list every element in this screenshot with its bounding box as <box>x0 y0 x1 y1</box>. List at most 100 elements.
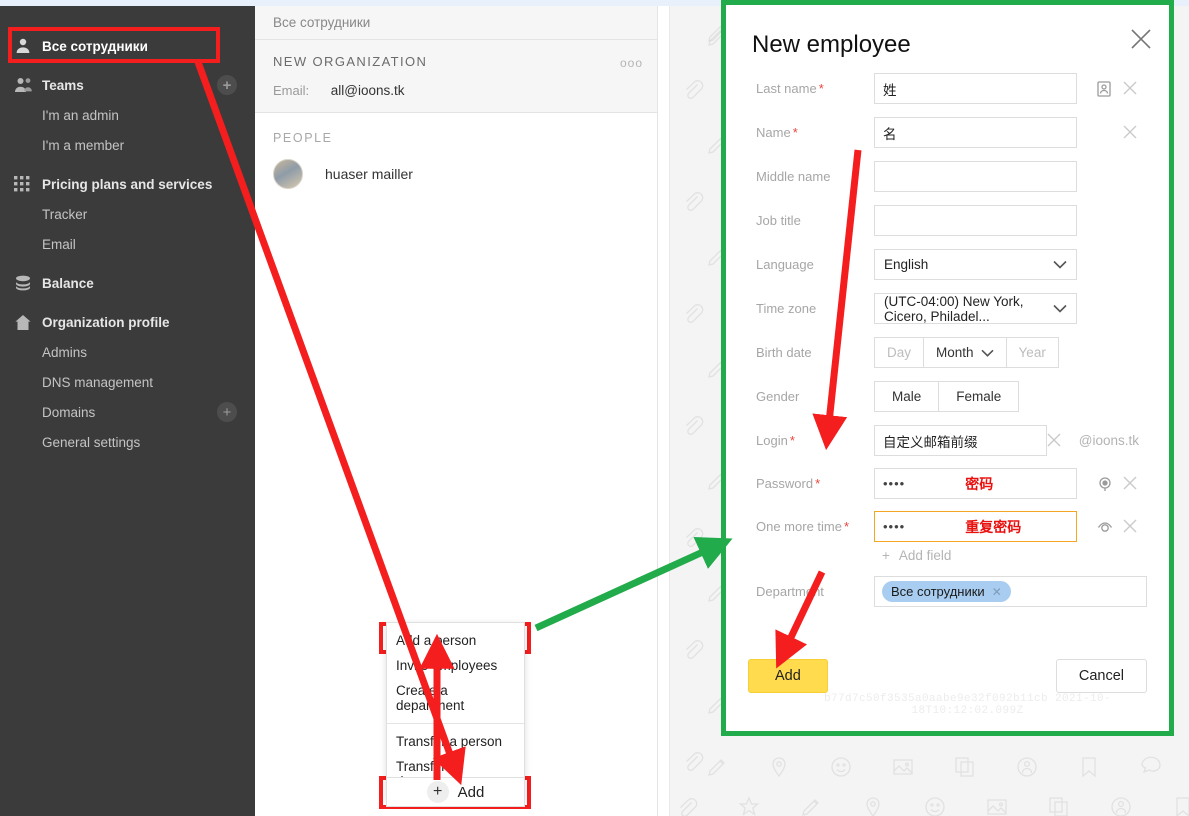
password-input[interactable]: •••• 密码 <box>874 468 1077 499</box>
menu-item-add-a-person[interactable]: Add a person <box>387 628 524 653</box>
field-control: English <box>874 249 1147 280</box>
background-decor-icon <box>682 414 704 436</box>
sidebar-item-label: Domains <box>42 404 96 420</box>
clear-icon[interactable] <box>1123 125 1139 141</box>
sidebar-item-label: DNS management <box>42 374 154 390</box>
background-decor-icon <box>682 526 704 548</box>
sidebar-item-label: Все сотрудники <box>42 38 148 54</box>
sidebar-item-admins[interactable]: Admins <box>0 337 255 367</box>
database-icon <box>14 273 42 293</box>
gender-toggle-group: Male Female <box>874 381 1020 412</box>
last-name-input[interactable]: 姓 <box>874 73 1077 104</box>
clear-icon[interactable] <box>1047 433 1063 449</box>
sidebar-item-tracker[interactable]: Tracker <box>0 199 255 229</box>
list-item[interactable]: huaser mailler <box>255 151 657 197</box>
background-toolbar-icon <box>706 756 728 778</box>
sidebar-item-balance[interactable]: Balance <box>0 268 255 298</box>
cancel-button[interactable]: Cancel <box>1055 659 1147 693</box>
sidebar-item-email[interactable]: Email <box>0 229 255 259</box>
clear-icon[interactable] <box>1123 81 1139 97</box>
menu-item-create-a-department[interactable]: Create a department <box>387 678 524 718</box>
sidebar-item-label: Tracker <box>42 206 88 222</box>
background-toolbar-icon <box>892 756 914 778</box>
required-marker: * <box>818 81 824 96</box>
background-toolbar-icon <box>768 756 790 778</box>
background-toolbar-icon <box>800 796 822 816</box>
password-repeat-annotation: 重复密码 <box>965 518 1022 535</box>
more-options-icon[interactable]: ooo <box>620 56 643 70</box>
password-repeat-input[interactable]: •••• 重复密码 <box>874 511 1077 542</box>
add-team-button[interactable]: + <box>217 75 237 95</box>
field-label: One more time * <box>748 519 874 534</box>
field-label: Time zone <box>756 301 817 316</box>
sidebar-item-teams[interactable]: Teams + <box>0 70 255 100</box>
add-domain-button[interactable]: + <box>217 402 237 422</box>
middle-name-input[interactable] <box>874 161 1077 192</box>
sidebar-item-label: General settings <box>42 434 141 450</box>
remove-chip-icon[interactable]: ✕ <box>992 585 1002 599</box>
password-repeat-masked-value: •••• <box>883 519 906 534</box>
field-tail-icons <box>1077 511 1147 542</box>
birth-day-input[interactable]: Day <box>874 337 924 368</box>
sidebar-item-label: Teams <box>42 77 84 93</box>
sidebar-item-all-employees[interactable]: Все сотрудники <box>0 31 255 61</box>
sidebar-item-im-a-member[interactable]: I'm a member <box>0 130 255 160</box>
clear-icon[interactable] <box>1123 519 1139 535</box>
birth-date-group: Day Month Year <box>874 337 1059 368</box>
job-title-input[interactable] <box>874 205 1077 236</box>
eye-icon[interactable] <box>1097 476 1113 492</box>
watermark-text: b77d7c50f3535a0aabe9e32f092b11cb 2021-10… <box>823 693 1112 717</box>
clear-icon[interactable] <box>1123 476 1139 492</box>
birth-month-select[interactable]: Month <box>923 337 1006 368</box>
sidebar-item-pricing-plans[interactable]: Pricing plans and services <box>0 169 255 199</box>
contact-card-icon[interactable] <box>1097 80 1113 97</box>
field-label: Last name * <box>748 81 874 96</box>
field-control: 自定义邮箱前缀 @ioons.tk <box>874 425 1147 456</box>
language-select[interactable]: English <box>874 249 1077 280</box>
birth-year-input[interactable]: Year <box>1005 337 1059 368</box>
field-birth-date: Birth date Day Month Year <box>748 337 1147 368</box>
sidebar-item-im-an-admin[interactable]: I'm an admin <box>0 100 255 130</box>
field-last-name: Last name * 姓 <box>748 73 1147 104</box>
add-button[interactable]: + Add <box>386 777 525 807</box>
menu-item-transfer-a-person[interactable]: Transfer a person <box>387 729 524 754</box>
sidebar-item-domains[interactable]: Domains + <box>0 397 255 427</box>
submit-add-button[interactable]: Add <box>748 659 828 693</box>
background-toolbar-icon <box>1110 796 1132 816</box>
label-text: Login <box>756 433 788 448</box>
background-toolbar-icon <box>1078 756 1100 778</box>
department-chip: Все сотрудники ✕ <box>882 581 1011 602</box>
department-input[interactable]: Все сотрудники ✕ <box>874 576 1147 607</box>
background-toolbar-icon <box>862 796 884 816</box>
eye-off-icon[interactable] <box>1097 519 1113 535</box>
birth-month-value: Month <box>936 345 974 360</box>
background-decor-icon <box>682 302 704 324</box>
add-field-button[interactable]: + Add field <box>882 548 1147 563</box>
field-label: Job title <box>756 213 801 228</box>
login-input[interactable]: 自定义邮箱前缀 <box>874 425 1047 456</box>
sidebar-item-dns-management[interactable]: DNS management <box>0 367 255 397</box>
time-zone-select[interactable]: (UTC-04:00) New York, Cicero, Philadel..… <box>874 293 1077 324</box>
sidebar-item-label: Admins <box>42 344 88 360</box>
grid-icon <box>14 174 42 194</box>
department-chip-label: Все сотрудники <box>891 584 985 599</box>
chevron-down-icon <box>980 349 994 357</box>
required-marker: * <box>789 433 795 448</box>
first-name-input[interactable]: 名 <box>874 117 1077 148</box>
background-toolbar-icon <box>924 796 946 816</box>
sidebar-item-organization-profile[interactable]: Organization profile <box>0 307 255 337</box>
field-control: 名 <box>874 117 1147 148</box>
required-marker: * <box>843 519 850 534</box>
dialog-action-row: Add Cancel <box>748 659 1147 693</box>
gender-male-button[interactable]: Male <box>874 381 939 412</box>
background-decor-icon <box>682 190 704 212</box>
sidebar-item-general-settings[interactable]: General settings <box>0 427 255 457</box>
plus-icon: + <box>426 781 449 803</box>
field-control: (UTC-04:00) New York, Cicero, Philadel..… <box>874 293 1147 324</box>
close-icon[interactable] <box>1129 27 1153 51</box>
field-tail-icons <box>1077 293 1147 324</box>
field-control: Все сотрудники ✕ <box>874 576 1147 607</box>
menu-item-invite-employees[interactable]: Invite employees <box>387 653 524 678</box>
gender-female-button[interactable]: Female <box>938 381 1020 412</box>
breadcrumb[interactable]: Все сотрудники <box>255 6 657 40</box>
